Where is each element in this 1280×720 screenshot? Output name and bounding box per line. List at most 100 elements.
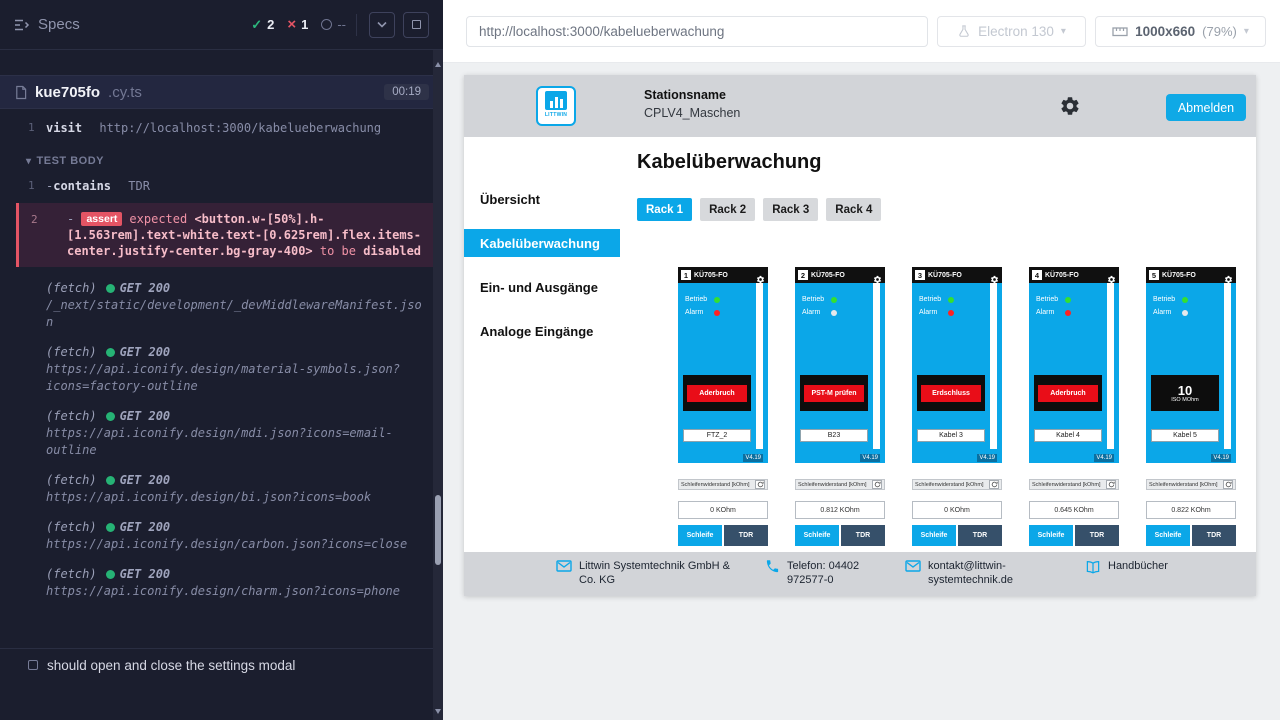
scroll-down-arrow[interactable] <box>435 709 441 714</box>
scroll-up-arrow[interactable] <box>435 62 441 67</box>
tab-rack-2[interactable]: Rack 2 <box>700 198 755 221</box>
alarm-led <box>831 310 837 316</box>
refresh-icon[interactable] <box>1223 480 1233 489</box>
stop-button[interactable] <box>403 12 429 38</box>
card-model-label: KÜ705-FO <box>928 272 962 279</box>
schleife-button[interactable]: Schleife <box>912 525 956 546</box>
command-row-contains[interactable]: 1 -contains TDR <box>0 175 443 197</box>
next-test-row[interactable]: should open and close the settings modal <box>0 648 433 681</box>
scrollbar-thumb[interactable] <box>435 495 441 565</box>
betrieb-led <box>831 297 837 303</box>
fetch-url: https://api.iconify.design/carbon.json?i… <box>46 536 427 553</box>
sidebar-item-kabelueberwachung[interactable]: Kabelüberwachung <box>464 229 620 257</box>
gear-icon[interactable] <box>990 271 999 280</box>
gear-icon[interactable] <box>756 271 765 280</box>
command-name: contains <box>53 179 111 193</box>
device-stripe <box>1224 283 1231 449</box>
sidebar-item-ein-und-ausgaenge[interactable]: Ein- und Ausgänge <box>464 273 620 301</box>
refresh-icon[interactable] <box>1106 480 1116 489</box>
sidebar-item-uebersicht[interactable]: Übersicht <box>464 185 620 213</box>
browser-label: Electron 130 <box>978 24 1054 39</box>
sidebar-item-analoge-eingaenge[interactable]: Analoge Eingänge <box>464 317 620 345</box>
tdr-button[interactable]: TDR <box>724 525 768 546</box>
stat-pending: -- <box>321 17 346 32</box>
fetch-log-entry[interactable]: (fetch)GET 200 https://api.iconify.desig… <box>0 566 443 600</box>
cable-name-field[interactable]: Kabel 3 <box>917 429 985 442</box>
refresh-icon[interactable] <box>989 480 999 489</box>
tab-rack-4[interactable]: Rack 4 <box>826 198 881 221</box>
card-header: 5 KÜ705-FO <box>1146 267 1236 283</box>
stop-icon <box>412 20 421 29</box>
test-body-section[interactable]: ▾ TEST BODY <box>0 155 443 167</box>
gear-icon[interactable] <box>1224 271 1233 280</box>
cable-name-field[interactable]: FTZ_2 <box>683 429 751 442</box>
refresh-icon[interactable] <box>755 480 765 489</box>
rack-tabs: Rack 1 Rack 2 Rack 3 Rack 4 <box>637 198 1256 221</box>
tdr-button[interactable]: TDR <box>1192 525 1236 546</box>
resistance-label-bar: Schleifenwiderstand [kOhm] <box>1029 479 1119 490</box>
spec-header[interactable]: kue705fo.cy.ts 00:19 <box>0 75 443 109</box>
fetch-status: GET 200 <box>120 281 171 295</box>
cable-name-field[interactable]: Kabel 4 <box>1034 429 1102 442</box>
cable-name-field[interactable]: B23 <box>800 429 868 442</box>
device-stripe <box>873 283 880 449</box>
browser-select[interactable]: Electron 130 ▾ <box>937 16 1086 47</box>
resistance-label-bar: Schleifenwiderstand [kOhm] <box>912 479 1002 490</box>
viewport-select[interactable]: 1000x660 (79%) ▾ <box>1095 16 1266 47</box>
command-row-visit[interactable]: 1 visit http://localhost:3000/kabelueber… <box>0 117 443 139</box>
settings-gear-icon[interactable] <box>1059 95 1081 117</box>
cable-name-field[interactable]: Kabel 5 <box>1151 429 1219 442</box>
reporter-scrollbar[interactable] <box>433 50 443 720</box>
schleife-button[interactable]: Schleife <box>1029 525 1073 546</box>
gear-icon[interactable] <box>1107 271 1116 280</box>
fetch-log-entry[interactable]: (fetch)GET 200 /_next/static/development… <box>0 280 443 331</box>
schleife-button[interactable]: Schleife <box>1146 525 1190 546</box>
card-number-badge: 2 <box>798 270 808 280</box>
alarm-status-button[interactable]: Aderbruch <box>1038 385 1098 402</box>
alarm-led <box>1182 310 1188 316</box>
schleife-button[interactable]: Schleife <box>678 525 722 546</box>
schleife-button[interactable]: Schleife <box>795 525 839 546</box>
alarm-status-button[interactable]: Erdschluss <box>921 385 981 402</box>
alarm-label: Alarm <box>685 309 714 316</box>
alarm-status-button[interactable]: PST-M prüfen <box>804 385 864 402</box>
betrieb-led <box>1182 297 1188 303</box>
tab-rack-3[interactable]: Rack 3 <box>763 198 818 221</box>
footer-manuals[interactable]: Handbücher <box>1085 559 1168 574</box>
fetch-log-entry[interactable]: (fetch)GET 200 https://api.iconify.desig… <box>0 408 443 459</box>
alarm-label: Alarm <box>1036 309 1065 316</box>
card-buttons: Schleife TDR <box>1146 525 1236 546</box>
specs-menu[interactable]: Specs <box>14 16 80 33</box>
card-model-label: KÜ705-FO <box>811 272 845 279</box>
collapse-button[interactable] <box>369 12 395 38</box>
sidebar-item-label: Kabelüberwachung <box>480 236 600 251</box>
tab-rack-1[interactable]: Rack 1 <box>637 198 692 221</box>
fetch-label: (fetch) <box>46 520 97 534</box>
refresh-icon[interactable] <box>872 480 882 489</box>
tdr-button[interactable]: TDR <box>1075 525 1119 546</box>
resistance-value: 0.822 KOhm <box>1146 501 1236 519</box>
passed-count: 2 <box>267 17 274 32</box>
check-icon: ✓ <box>251 17 262 33</box>
alarm-status-button[interactable]: Aderbruch <box>687 385 747 402</box>
url-input[interactable] <box>466 16 928 47</box>
betrieb-led <box>1065 297 1071 303</box>
specs-menu-icon <box>14 18 30 32</box>
gear-icon[interactable] <box>873 271 882 280</box>
failed-assert[interactable]: 2 - assertexpected <button.w-[50%].h-[1.… <box>16 203 443 267</box>
device-card: 5 KÜ705-FO Betrieb Alarm 10 ISO MO <box>1146 267 1236 552</box>
tdr-button[interactable]: TDR <box>958 525 1002 546</box>
app-under-test: LITTWIN Stationsname CPLV4_Maschen Abmel… <box>464 75 1256 596</box>
fetch-log-entry[interactable]: (fetch)GET 200 https://api.iconify.desig… <box>0 519 443 553</box>
station-label: Stationsname <box>644 88 740 102</box>
tdr-button[interactable]: TDR <box>841 525 885 546</box>
footer-company: Littwin Systemtechnik GmbH & Co. KG <box>556 559 746 587</box>
version-badge: V4.19 <box>860 454 880 462</box>
device-stripe <box>756 283 763 449</box>
logout-button[interactable]: Abmelden <box>1166 94 1246 121</box>
fetch-log-entry[interactable]: (fetch)GET 200 https://api.iconify.desig… <box>0 344 443 395</box>
assert-text-pre: expected <box>129 212 194 226</box>
card-buttons: Schleife TDR <box>795 525 885 546</box>
fetch-label: (fetch) <box>46 409 97 423</box>
fetch-log-entry[interactable]: (fetch)GET 200 https://api.iconify.desig… <box>0 472 443 506</box>
